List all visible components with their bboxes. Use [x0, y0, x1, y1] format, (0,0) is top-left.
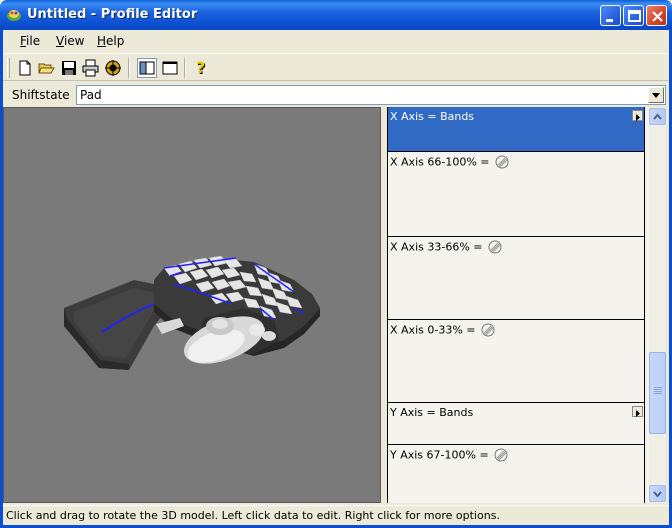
expand-arrow-button[interactable]: [632, 406, 643, 417]
status-bar: Click and drag to rotate the 3D model. L…: [3, 505, 669, 525]
shiftstate-label: Shiftstate: [12, 88, 70, 102]
shiftstate-row: Shiftstate Pad: [3, 83, 669, 107]
model-viewport[interactable]: [3, 107, 381, 503]
maximize-icon: [628, 10, 641, 22]
single-view-icon: [162, 61, 178, 75]
scroll-down-button[interactable]: [649, 485, 666, 502]
scroll-thumb[interactable]: [649, 352, 666, 434]
chevron-down-icon: [653, 491, 662, 498]
chevron-right-icon: [636, 114, 640, 121]
toolbar-separator: [184, 58, 186, 78]
open-button[interactable]: [37, 58, 57, 78]
title-bar[interactable]: Untitled - Profile Editor: [0, 0, 672, 30]
shiftstate-value: Pad: [80, 88, 102, 102]
toolbar-grip[interactable]: [7, 58, 10, 78]
expand-arrow-button[interactable]: [632, 110, 643, 121]
none-icon: [494, 448, 508, 462]
panel-divider: [644, 107, 645, 503]
dropdown-button[interactable]: [648, 87, 664, 103]
close-icon: [652, 11, 663, 22]
property-label: X Axis 0-33% =: [390, 323, 476, 337]
property-label: X Axis = Bands: [390, 110, 475, 123]
property-x-axis-low[interactable]: X Axis 0-33% =: [388, 320, 644, 403]
toolbar: ??: [3, 53, 669, 81]
none-icon: [481, 323, 495, 337]
split-view-button[interactable]: [137, 58, 157, 78]
shiftstate-select[interactable]: Pad: [76, 85, 666, 105]
help-button[interactable]: ??: [191, 58, 211, 78]
toolbar-separator: [128, 58, 130, 78]
menu-bar: File View Help: [3, 30, 669, 52]
help-question-icon: ??: [196, 58, 206, 78]
minimize-button[interactable]: [600, 5, 621, 26]
menu-file[interactable]: File: [20, 34, 40, 48]
properties-scrollbar[interactable]: [649, 107, 666, 503]
chevron-right-icon: [636, 410, 640, 417]
target-icon: [105, 60, 121, 76]
menu-view[interactable]: View: [56, 34, 84, 48]
none-icon: [495, 155, 509, 169]
thumb-grip-lines: [654, 387, 662, 395]
status-text: Click and drag to rotate the 3D model. L…: [6, 509, 500, 522]
minimize-icon: [606, 19, 613, 22]
property-y-axis-high[interactable]: Y Axis 67-100% =: [388, 445, 644, 503]
target-button[interactable]: [103, 58, 123, 78]
single-view-button[interactable]: [160, 58, 180, 78]
new-file-icon: [19, 60, 31, 76]
print-icon: [82, 59, 99, 77]
app-icon: [7, 10, 21, 21]
close-button[interactable]: [646, 5, 667, 26]
print-button[interactable]: [81, 58, 101, 78]
save-button[interactable]: [59, 58, 79, 78]
open-folder-icon: [38, 63, 55, 74]
window-title: Untitled - Profile Editor: [27, 7, 198, 22]
save-disk-icon: [62, 61, 76, 75]
chevron-down-icon: [652, 93, 660, 98]
none-icon: [488, 240, 502, 254]
chevron-up-icon: [653, 113, 662, 120]
new-button[interactable]: [15, 58, 35, 78]
maximize-button[interactable]: [623, 5, 644, 26]
property-label: X Axis 33-66% =: [390, 240, 483, 254]
property-label: X Axis 66-100% =: [390, 155, 490, 169]
properties-panel: X Axis = Bands X Axis 66-100% = X Axis 3…: [387, 107, 649, 503]
property-label: Y Axis 67-100% =: [390, 448, 489, 462]
split-view-icon: [139, 61, 155, 75]
svg-text:?: ?: [196, 58, 205, 77]
property-x-axis-high[interactable]: X Axis 66-100% =: [388, 152, 644, 237]
property-y-axis-mode[interactable]: Y Axis = Bands: [388, 403, 644, 445]
keyboard-3d-model[interactable]: [4, 108, 380, 502]
scroll-up-button[interactable]: [649, 108, 666, 125]
property-label: Y Axis = Bands: [390, 406, 474, 419]
menu-help[interactable]: Help: [97, 34, 124, 48]
property-x-axis-mid[interactable]: X Axis 33-66% =: [388, 237, 644, 320]
property-x-axis-mode[interactable]: X Axis = Bands: [388, 107, 644, 152]
